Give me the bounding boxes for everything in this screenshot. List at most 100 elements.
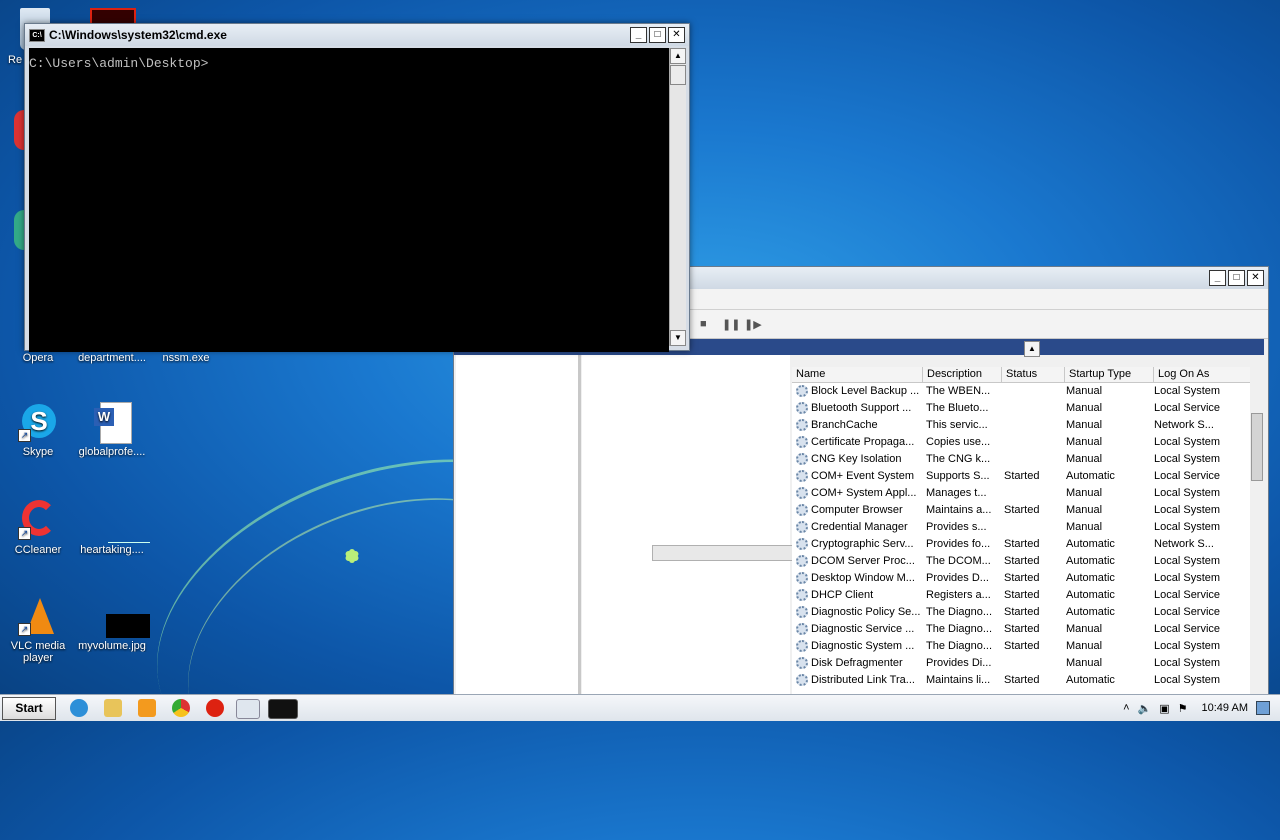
table-row[interactable]: Diagnostic Policy Se... The Diagno... Star…	[792, 604, 1264, 621]
horizontal-scrollbar[interactable]	[652, 545, 796, 561]
service-status: Started	[1004, 504, 1040, 516]
scroll-thumb[interactable]	[1251, 413, 1263, 481]
network-icon[interactable]: ▣	[1159, 702, 1169, 715]
scroll-up-arrow[interactable]: ▲	[670, 48, 686, 64]
service-startup-type: Manual	[1066, 419, 1103, 431]
table-row[interactable]: COM+ System Appl... Manages t... Manual Loc…	[792, 485, 1264, 502]
table-row[interactable]: Disk Defragmenter Provides Di... Manual Loc…	[792, 655, 1264, 672]
gear-icon	[796, 402, 808, 415]
table-row[interactable]: DHCP Client Registers a... Started Automati…	[792, 587, 1264, 604]
maximize-button[interactable]: □	[649, 27, 666, 43]
cmd-icon: C:\	[29, 28, 45, 42]
cmd-title: C:\Windows\system32\cmd.exe	[49, 28, 227, 42]
table-row[interactable]: Cryptographic Serv... Provides fo... Start…	[792, 536, 1264, 553]
volume-icon[interactable]: 🔈	[1138, 702, 1152, 715]
restart-icon[interactable]: ❚▶	[744, 318, 762, 331]
services-vertical-scrollbar[interactable]	[1250, 367, 1264, 695]
service-name-text: Diagnostic Policy Se...	[811, 606, 921, 618]
table-row[interactable]: Distributed Link Tra... Maintains li... St…	[792, 672, 1264, 689]
pause-icon[interactable]: ❚❚	[722, 318, 740, 331]
service-status	[1000, 400, 1062, 417]
service-description: Registers a...	[926, 589, 991, 601]
service-name: Disk Defragmenter	[792, 655, 922, 672]
service-log-on-as: Local Service	[1154, 589, 1221, 601]
explorer-icon[interactable]	[104, 699, 122, 717]
myvolume-image-icon	[92, 596, 150, 638]
action-center-flag-icon[interactable]: ⚑	[1178, 702, 1188, 715]
clock[interactable]: 10:49 AM	[1202, 702, 1248, 714]
cmd-window[interactable]: C:\ C:\Windows\system32\cmd.exe _ □ ✕ C:…	[24, 23, 690, 352]
service-status: Started	[1004, 623, 1040, 635]
service-name: Diagnostic Policy Se...	[792, 604, 922, 621]
service-description: Provides s...	[926, 521, 987, 533]
table-row[interactable]: Credential Manager Provides s... Manual Loc…	[792, 519, 1264, 536]
table-row[interactable]: Computer Browser Maintains a... Started Man…	[792, 502, 1264, 519]
service-name-text: CNG Key Isolation	[811, 453, 902, 465]
table-row[interactable]: Desktop Window M... Provides D... Started A…	[792, 570, 1264, 587]
minimize-button[interactable]: _	[1209, 270, 1226, 286]
service-startup-type: Automatic	[1066, 606, 1115, 618]
scroll-thumb[interactable]	[670, 65, 686, 85]
service-name: Diagnostic Service ...	[792, 621, 922, 638]
desktop-icon-heartaking[interactable]: heartaking....	[74, 500, 150, 556]
service-startup-type: Manual	[1066, 623, 1103, 635]
service-startup-type: Automatic	[1066, 572, 1115, 584]
desktop-icon-ccleaner[interactable]: ↗ CCleaner	[0, 500, 76, 556]
close-button[interactable]: ✕	[668, 27, 685, 43]
start-button[interactable]: Start	[2, 697, 56, 720]
chrome-icon[interactable]	[172, 699, 190, 717]
cmd-taskbar-icon[interactable]	[268, 699, 298, 719]
table-row[interactable]: Certificate Propaga... Copies use... Manua…	[792, 434, 1264, 451]
media-player-icon[interactable]	[138, 699, 156, 717]
opera-taskbar-icon[interactable]	[206, 699, 224, 717]
stop-icon[interactable]: ■	[700, 318, 707, 330]
close-button[interactable]: ✕	[1247, 270, 1264, 286]
table-row[interactable]: CNG Key Isolation The CNG k... Manual Local…	[792, 451, 1264, 468]
wallpaper-bloom	[338, 545, 366, 581]
column-name[interactable]: Name	[792, 367, 923, 382]
desktop-icon-skype[interactable]: S ↗ Skype	[0, 402, 76, 458]
column-status[interactable]: Status	[1002, 367, 1065, 382]
column-description[interactable]: Description	[923, 367, 1002, 382]
service-log-on-as: Local System	[1154, 555, 1221, 567]
cmd-console[interactable]: C:\Users\admin\Desktop>	[29, 48, 669, 352]
service-name-text: Bluetooth Support ...	[811, 402, 912, 414]
desktop-icon-globalprofe[interactable]: W globalprofe....	[74, 402, 150, 458]
desktop-icon-partial-1[interactable]	[14, 110, 24, 150]
maximize-button[interactable]: □	[1228, 270, 1245, 286]
service-status	[1000, 485, 1062, 502]
gear-icon	[796, 674, 808, 687]
service-log-on-as: Local System	[1154, 487, 1221, 499]
scroll-down-arrow[interactable]: ▼	[670, 330, 686, 346]
ie-icon[interactable]	[70, 699, 88, 717]
minimize-button[interactable]: _	[630, 27, 647, 43]
show-hidden-icons-icon[interactable]: ˄	[1123, 702, 1129, 714]
scroll-up-arrow[interactable]: ▲	[1024, 341, 1040, 357]
table-row[interactable]: Block Level Backup ... The WBEN... Manual L…	[792, 383, 1264, 400]
ccleaner-icon: ↗	[18, 500, 58, 540]
desktop-icon-vlc[interactable]: ↗ VLC media player	[0, 596, 76, 664]
service-startup-type: Manual	[1066, 521, 1103, 533]
service-description: The CNG k...	[926, 453, 991, 465]
table-row[interactable]: COM+ Event System Supports S... Started Aut…	[792, 468, 1264, 485]
console-tree-pane[interactable]	[456, 355, 581, 695]
cmd-titlebar[interactable]: C:\ C:\Windows\system32\cmd.exe _ □ ✕	[25, 24, 689, 46]
column-startup-type[interactable]: Startup Type	[1065, 367, 1154, 382]
desktop-icon-myvolume[interactable]: myvolume.jpg	[74, 596, 150, 652]
service-description: The Blueto...	[926, 402, 989, 414]
table-row[interactable]: DCOM Server Proc... The DCOM... Started Aut…	[792, 553, 1264, 570]
table-row[interactable]: Diagnostic Service ... The Diagno... Start…	[792, 621, 1264, 638]
services-list[interactable]: Name Description Status Startup Type Log…	[792, 367, 1264, 695]
gear-icon	[796, 385, 808, 398]
table-row[interactable]: Bluetooth Support ... The Blueto... Manual…	[792, 400, 1264, 417]
table-row[interactable]: BranchCache This servic... Manual Network S…	[792, 417, 1264, 434]
service-startup-type: Automatic	[1066, 470, 1115, 482]
cmd-vertical-scrollbar[interactable]: ▲ ▼	[669, 48, 686, 346]
service-startup-type: Manual	[1066, 504, 1103, 516]
desktop-icon-partial-2[interactable]	[14, 210, 24, 250]
table-row[interactable]: Diagnostic System ... The Diagno... Starte…	[792, 638, 1264, 655]
service-startup-type: Manual	[1066, 657, 1103, 669]
column-log-on-as[interactable]: Log On As	[1154, 367, 1255, 382]
services-taskbar-icon[interactable]	[236, 699, 260, 719]
show-desktop-button[interactable]	[1256, 701, 1270, 715]
